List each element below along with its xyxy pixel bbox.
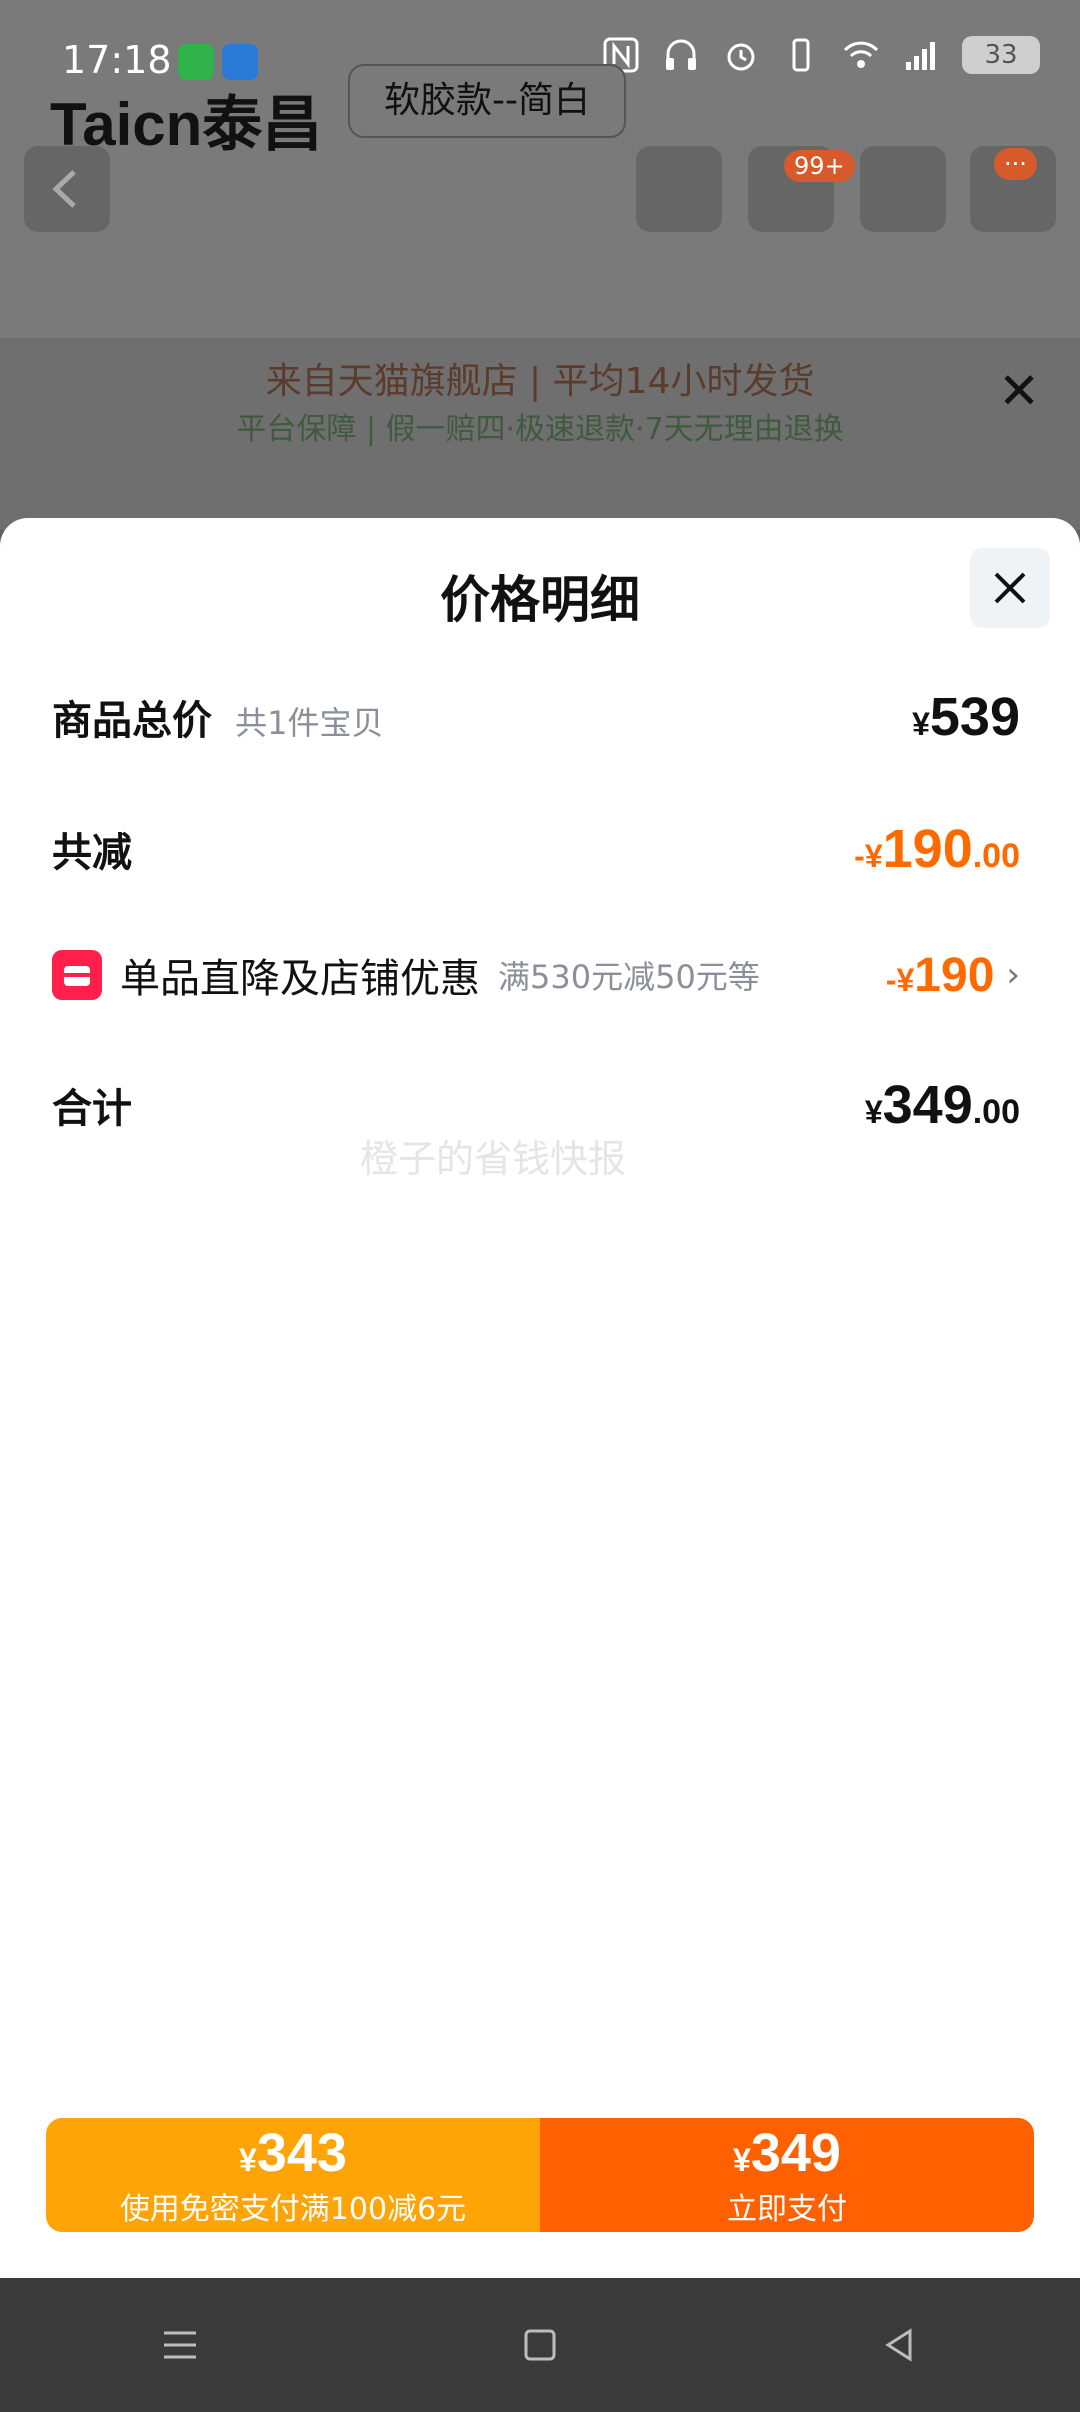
system-nav-bar [0,2278,1080,2412]
menu-icon[interactable] [145,2310,215,2380]
currency-symbol: ¥ [733,2142,751,2178]
wechat-icon [178,44,214,80]
chevron-right-icon: › [1006,955,1020,995]
pay-now-amount: ¥349 [733,2122,841,2184]
close-icon [994,572,1026,604]
currency-symbol: ¥ [864,1094,883,1130]
pay-now-button[interactable]: ¥349 立即支付 [540,2118,1034,2232]
battery-indicator: 33 [962,36,1040,74]
home-icon[interactable] [505,2310,575,2380]
discount-row[interactable]: 单品直降及店铺优惠 满530元减50元等 -¥190 › [52,946,1020,1004]
background-close-icon: ✕ [998,362,1040,420]
favorite-button [860,146,946,232]
discount-label: 单品直降及店铺优惠 [120,956,480,1002]
amount-integer: 349 [882,1075,973,1135]
vibrate-icon [782,36,820,74]
password-free-pay-button[interactable]: ¥343 使用免密支付满100减6元 [46,2118,540,2232]
variant-chip: 软胶款--简白 [348,64,626,138]
service-info: 来自天猫旗舰店 | 平均14小时发货 [265,361,815,402]
total-goods-label: 商品总价 [52,698,212,744]
status-icons: 33 [602,36,1040,74]
amount-integer: 190 [882,819,973,879]
currency-symbol: ¥ [912,706,930,742]
pay-bar: ¥343 使用免密支付满100减6元 ¥349 立即支付 [46,2118,1034,2232]
currency-symbol: -¥ [854,838,883,874]
guarantee-info: 平台保障 | 假一赔四·极速退款·7天无理由退换 [236,412,844,447]
watermark: 橙子的省钱快报 [360,1137,627,1181]
signal-icon [902,36,940,74]
discount-condition: 满530元减50元等 [498,958,760,996]
close-button[interactable] [970,548,1050,628]
alarm-icon [722,36,760,74]
total-reduction-label: 共减 [52,830,132,876]
sum-amount: ¥349.00 [865,1074,1020,1136]
amount-integer: 349 [750,2123,841,2183]
amount-integer: 539 [929,687,1020,747]
amount-decimal: .00 [972,1093,1020,1131]
total-goods-row: 商品总价 共1件宝贝 ¥539 [52,686,1020,748]
total-reduction-row: 共减 -¥190.00 [52,818,1020,880]
share-button [636,146,722,232]
maps-icon [222,44,258,80]
discount-amount: -¥190 [886,948,995,1003]
sheet-title: 价格明细 [440,571,640,629]
amount-decimal: .00 [972,837,1020,875]
pay-now-label: 立即支付 [727,2192,847,2227]
store-coupon-icon [52,950,102,1000]
back-icon[interactable] [865,2310,935,2380]
cart-badge: 99+ [784,150,855,182]
wifi-icon [842,36,880,74]
item-count: 共1件宝贝 [235,704,384,742]
sum-label: 合计 [52,1086,132,1132]
headphones-icon [662,36,700,74]
password-free-pay-note: 使用免密支付满100减6元 [119,2192,467,2227]
amount-integer: 190 [914,948,995,1002]
currency-symbol: ¥ [239,2142,257,2178]
total-goods-amount: ¥539 [912,686,1020,748]
sum-row: 合计 ¥349.00 [52,1074,1020,1136]
amount-integer: 343 [256,2123,347,2183]
price-detail-sheet: 价格明细 商品总价 共1件宝贝 ¥539 共减 -¥190.00 单品直降及店铺… [0,518,1080,2278]
more-badge: ··· [994,148,1037,180]
back-button [24,146,110,232]
total-reduction-amount: -¥190.00 [854,818,1020,880]
password-free-pay-amount: ¥343 [239,2122,347,2184]
currency-symbol: -¥ [885,961,915,998]
